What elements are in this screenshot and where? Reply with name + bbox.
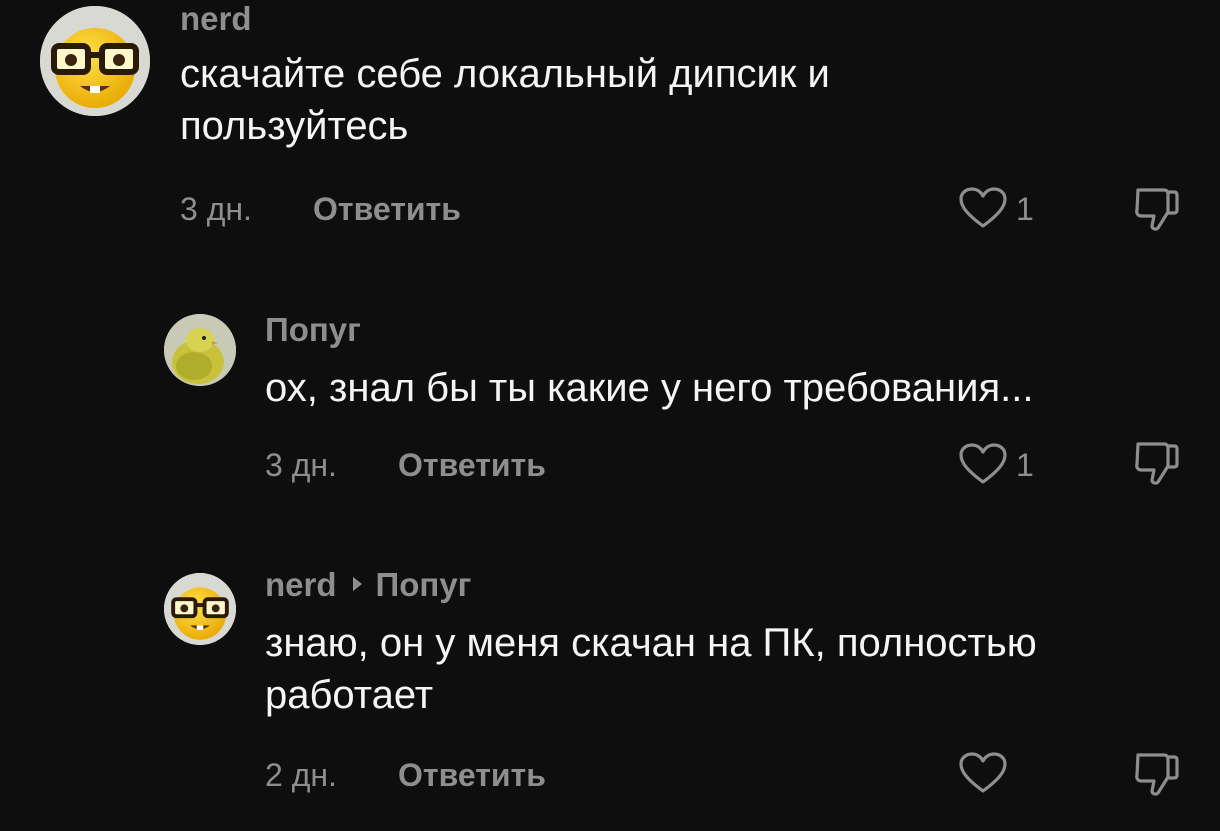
like-button[interactable]: [958, 442, 1010, 488]
comment-time: 3 дн.: [180, 191, 252, 227]
username[interactable]: nerd: [180, 0, 252, 37]
comment-text-line: скачайте себе локальный дипсик и: [180, 52, 830, 96]
comment-text: знаю, он у меня скачан на ПК, полностью …: [265, 617, 1037, 721]
comment-2: Попуг ох, знал бы ты какие у него требов…: [0, 300, 1220, 500]
reply-to-username[interactable]: Попуг: [376, 566, 472, 603]
heart-icon: [959, 187, 1007, 228]
like-count: 1: [1016, 447, 1034, 483]
reply-button[interactable]: Ответить: [313, 193, 461, 225]
comment-text: скачайте себе локальный дипсик и пользуй…: [180, 48, 830, 152]
comment-text-line: работает: [265, 673, 434, 717]
bird-icon: [164, 314, 236, 386]
reply-button[interactable]: Ответить: [398, 449, 546, 481]
thumbs-down-icon: [1135, 442, 1179, 485]
thumbs-down-icon: [1135, 753, 1179, 796]
username[interactable]: Попуг: [265, 311, 361, 348]
reply-arrow-icon: [352, 577, 362, 592]
comment-author: nerd Попуг: [265, 568, 471, 601]
comment-time: 2 дн.: [265, 757, 337, 793]
heart-icon: [959, 752, 1007, 793]
comment-1: nerd скачайте себе локальный дипсик и по…: [0, 0, 1220, 260]
comment-text: ох, знал бы ты какие у него требования..…: [265, 362, 1033, 414]
comment-author[interactable]: nerd: [180, 2, 252, 35]
dislike-button[interactable]: [1130, 747, 1182, 799]
nerd-face-icon: [164, 573, 236, 645]
reply-button[interactable]: Ответить: [398, 759, 546, 791]
like-button[interactable]: [958, 751, 1010, 797]
like-count: 1: [1016, 191, 1034, 227]
comment-author[interactable]: Попуг: [265, 313, 361, 346]
comment-text-line: пользуйтесь: [180, 104, 409, 148]
comment-3: nerd Попуг знаю, он у меня скачан на ПК, …: [0, 555, 1220, 831]
dislike-button[interactable]: [1130, 436, 1182, 488]
avatar-nerd[interactable]: [40, 6, 150, 116]
avatar-popug[interactable]: [164, 314, 236, 386]
avatar-nerd[interactable]: [164, 573, 236, 645]
comment-text-line: знаю, он у меня скачан на ПК, полностью: [265, 621, 1037, 665]
dislike-button[interactable]: [1130, 182, 1182, 234]
comment-time: 3 дн.: [265, 447, 337, 483]
username[interactable]: nerd: [265, 566, 337, 603]
thumbs-down-icon: [1135, 188, 1179, 231]
nerd-face-icon: [40, 6, 150, 116]
comment-text-line: ох, знал бы ты какие у него требования..…: [265, 366, 1034, 410]
like-button[interactable]: [958, 186, 1010, 232]
heart-icon: [959, 443, 1007, 484]
